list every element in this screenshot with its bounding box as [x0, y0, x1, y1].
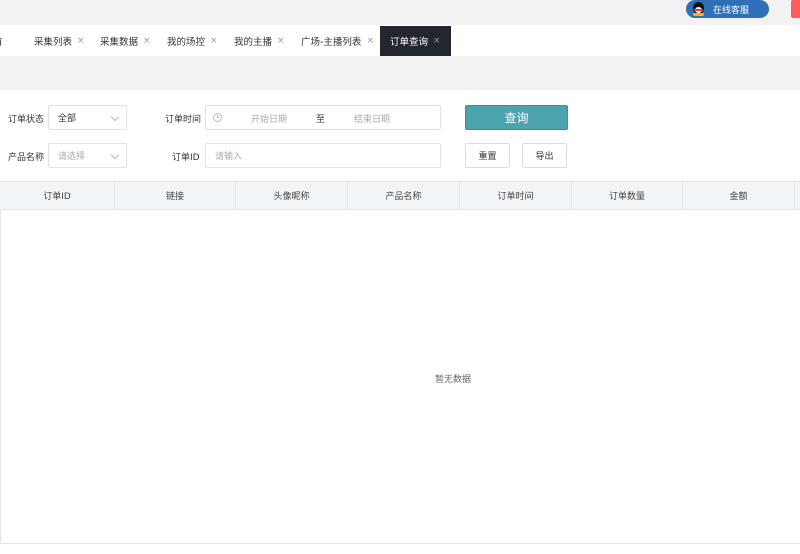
top-bar: 在线客服 — [0, 0, 800, 25]
tab-my-control[interactable]: 我的场控 × — [167, 26, 218, 56]
tab-partial[interactable]: 首 — [0, 26, 4, 56]
order-id-input[interactable]: 请输入 — [205, 143, 441, 168]
start-date-input[interactable]: 开始日期 — [251, 112, 287, 125]
table-header: 订单ID 链接 头像昵称 产品名称 订单时间 订单数量 金额 — [0, 181, 800, 210]
order-status-label: 订单状态 — [8, 115, 45, 125]
close-icon[interactable]: × — [366, 36, 374, 46]
chevron-down-icon — [110, 150, 120, 160]
export-button[interactable]: 导出 — [522, 143, 567, 168]
close-icon[interactable]: × — [143, 36, 151, 46]
product-name-select[interactable]: 请选择 — [48, 143, 127, 168]
tab-collect-data[interactable]: 采集数据 × — [100, 26, 151, 56]
column-header-order-id[interactable]: 订单ID — [0, 182, 115, 209]
close-icon[interactable]: × — [77, 36, 85, 46]
column-header-product-name[interactable]: 产品名称 — [348, 182, 460, 209]
product-name-label: 产品名称 — [8, 153, 45, 163]
reset-button[interactable]: 重置 — [465, 143, 510, 168]
close-icon[interactable]: × — [433, 36, 441, 46]
order-time-label: 订单时间 — [165, 115, 202, 125]
tab-my-anchor[interactable]: 我的主播 × — [234, 26, 285, 56]
toolbar-band — [0, 56, 800, 90]
customer-service-label: 在线客服 — [713, 5, 750, 16]
chevron-down-icon — [110, 112, 120, 122]
query-button[interactable]: 查询 — [465, 105, 568, 130]
empty-state-text: 暂无数据 — [434, 375, 471, 385]
tab-collect-list[interactable]: 采集列表 × — [34, 26, 85, 56]
tab-bar: 首 采集列表 × 采集数据 × 我的场控 × 我的主播 × 广场-主播列表 × … — [0, 25, 800, 56]
close-icon[interactable]: × — [210, 36, 218, 46]
red-corner-button[interactable] — [791, 0, 800, 18]
tab-order-query[interactable]: 订单查询 × — [380, 26, 451, 56]
tab-square-anchor-list[interactable]: 广场-主播列表 × — [301, 26, 374, 56]
close-icon[interactable]: × — [277, 36, 285, 46]
order-id-label: 订单ID — [172, 153, 200, 163]
range-separator: 至 — [316, 115, 326, 125]
qq-penguin-icon — [692, 2, 705, 16]
end-date-input[interactable]: 结束日期 — [354, 112, 390, 125]
column-header-link[interactable]: 链接 — [115, 182, 236, 209]
order-status-select[interactable]: 全部 — [48, 105, 127, 130]
column-header-avatar-nickname[interactable]: 头像昵称 — [236, 182, 348, 209]
column-header-amount[interactable]: 金额 — [683, 182, 795, 209]
customer-service-button[interactable]: 在线客服 — [686, 0, 769, 18]
column-header-order-time[interactable]: 订单时间 — [460, 182, 572, 209]
column-header-order-quantity[interactable]: 订单数量 — [572, 182, 683, 209]
order-date-range[interactable]: 开始日期 至 结束日期 — [205, 105, 441, 130]
clock-icon — [213, 113, 222, 122]
